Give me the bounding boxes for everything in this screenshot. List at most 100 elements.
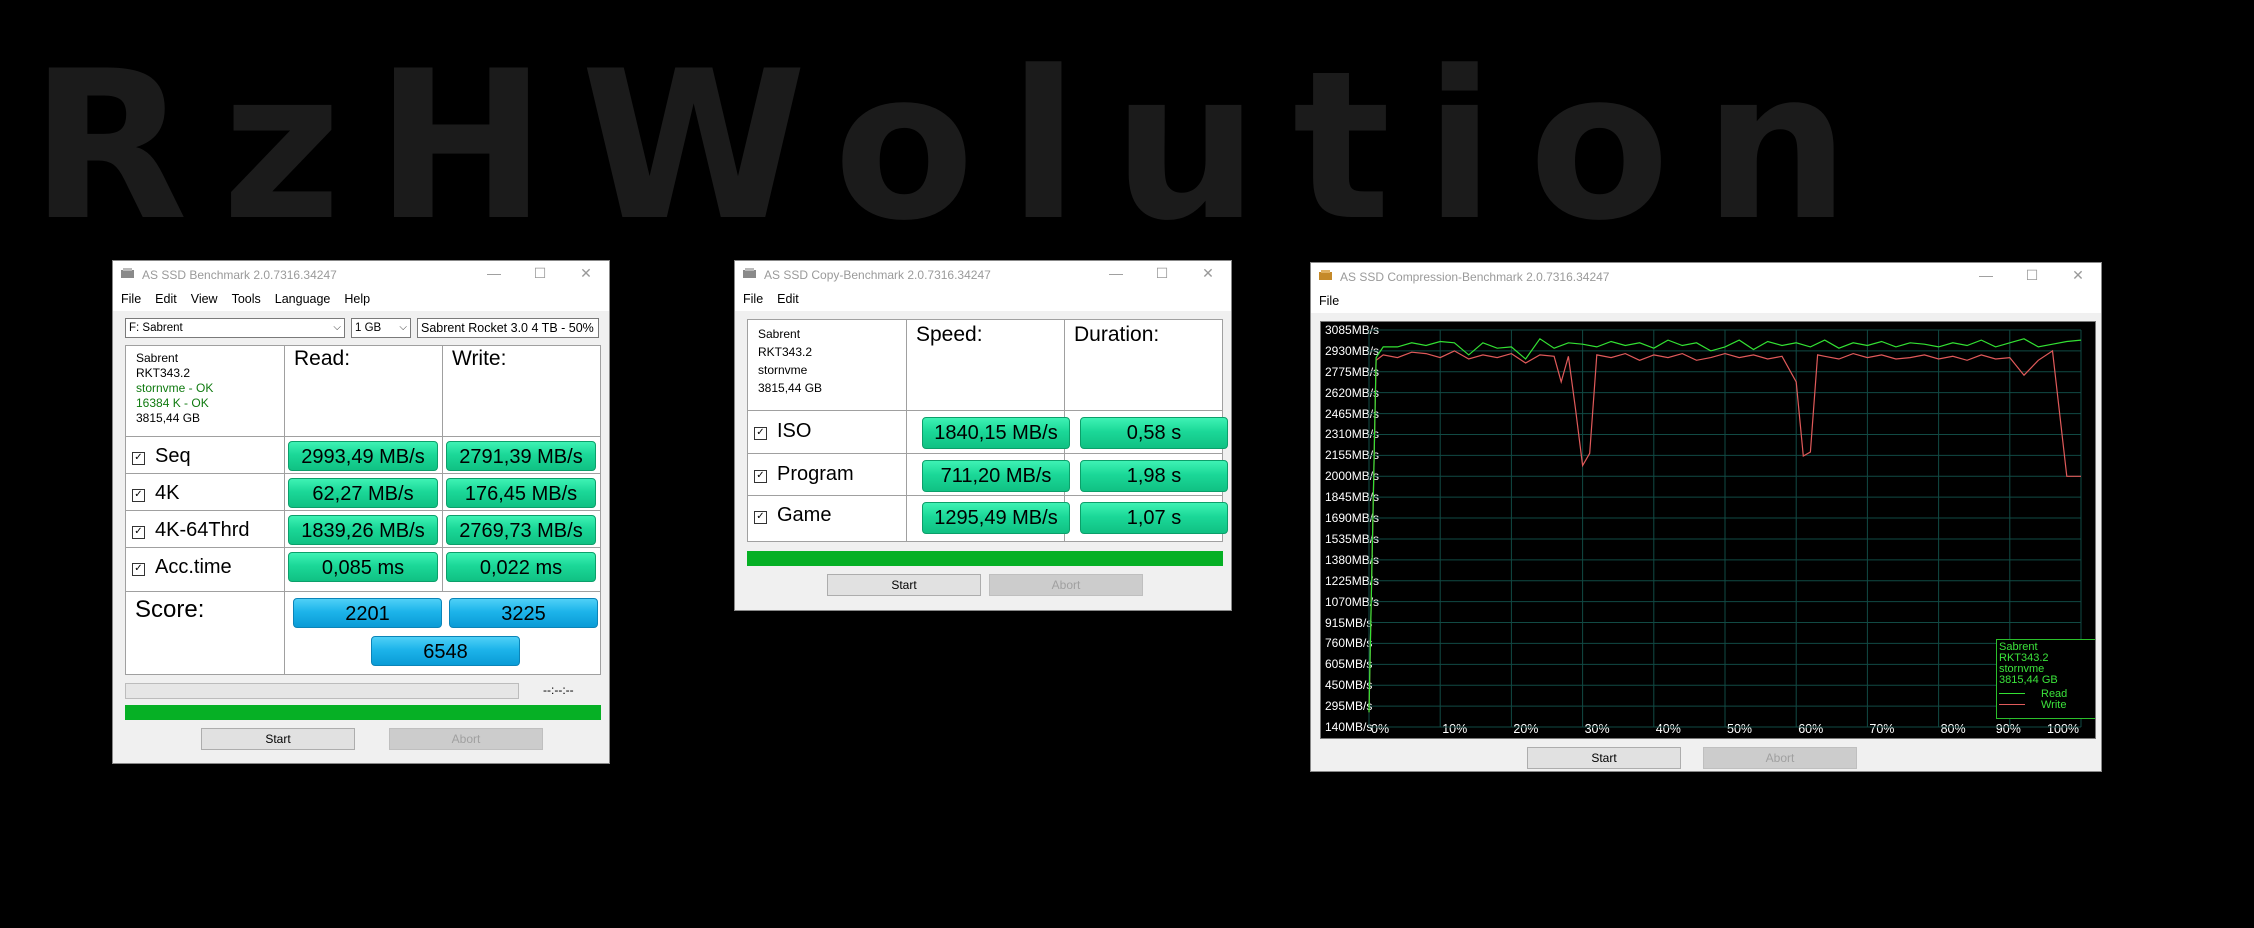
4k64-row-label[interactable]: ✓ 4K-64Thrd <box>132 519 250 542</box>
game-duration-result: 1,07 s <box>1080 502 1228 534</box>
acctime-label: Acc.time <box>155 556 232 578</box>
minimize-icon[interactable]: — <box>1963 263 2009 289</box>
drive-icon <box>1319 270 1332 280</box>
checkbox-checked-icon[interactable]: ✓ <box>754 427 767 440</box>
iso-row-label[interactable]: ✓ ISO <box>754 420 811 443</box>
device-info: Sabrent RKT343.2 stornvme 3815,44 GB <box>758 325 822 397</box>
menu-edit[interactable]: Edit <box>769 287 805 311</box>
results-panel: Sabrent RKT343.2 stornvme - OK 16384 K -… <box>125 345 601 675</box>
4k-label: 4K <box>155 482 180 504</box>
copy-benchmark-window: AS SSD Copy-Benchmark 2.0.7316.34247 — ☐… <box>734 260 1232 611</box>
title-bar[interactable]: AS SSD Benchmark 2.0.7316.34247 — ☐ ✕ <box>113 261 609 287</box>
minimize-icon[interactable]: — <box>471 261 517 287</box>
close-icon[interactable]: ✕ <box>563 261 609 287</box>
acctime-read-result: 0,085 ms <box>288 552 438 582</box>
acctime-row-label[interactable]: ✓ Acc.time <box>132 556 232 579</box>
menu-bar: File Edit View Tools Language Help <box>113 287 609 311</box>
close-icon[interactable]: ✕ <box>2055 263 2101 289</box>
checkbox-checked-icon[interactable]: ✓ <box>132 563 145 576</box>
progress-bar-empty <box>125 683 519 699</box>
chart-plot <box>1368 329 2082 728</box>
start-button[interactable]: Start <box>201 728 355 750</box>
device-name: Sabrent <box>758 327 801 341</box>
progress-bar <box>747 551 1223 566</box>
legend-write: Write <box>1999 700 2095 711</box>
legend-capacity: 3815,44 GB <box>1999 674 2058 686</box>
device-driver: stornvme <box>758 363 808 377</box>
program-row-label[interactable]: ✓ Program <box>754 463 854 486</box>
seq-write-result: 2791,39 MB/s <box>446 441 596 471</box>
menu-help[interactable]: Help <box>336 287 376 311</box>
game-label: Game <box>777 504 832 526</box>
game-row-label[interactable]: ✓ Game <box>754 504 831 527</box>
size-select[interactable]: 1 GB ⌵ <box>351 318 411 338</box>
speed-header: Speed: <box>916 323 983 346</box>
drive-name-field[interactable]: Sabrent Rocket 3.0 4 TB - 50% <box>417 318 599 338</box>
menu-edit[interactable]: Edit <box>147 287 183 311</box>
menu-bar: File <box>1311 289 2101 313</box>
menu-file[interactable]: File <box>113 287 147 311</box>
close-icon[interactable]: ✕ <box>1185 261 1231 287</box>
alignment-status: 16384 K - OK <box>136 396 209 410</box>
4k64-label: 4K-64Thrd <box>155 519 250 541</box>
duration-header: Duration: <box>1074 323 1160 346</box>
window-title: AS SSD Copy-Benchmark 2.0.7316.34247 <box>764 268 991 282</box>
checkbox-checked-icon[interactable]: ✓ <box>132 489 145 502</box>
progress-bar <box>125 705 601 720</box>
drive-select[interactable]: F: Sabrent ⌵ <box>125 318 345 338</box>
menu-language[interactable]: Language <box>267 287 337 311</box>
driver-status: stornvme - OK <box>136 381 214 395</box>
checkbox-checked-icon[interactable]: ✓ <box>132 526 145 539</box>
device-info: Sabrent RKT343.2 stornvme - OK 16384 K -… <box>136 351 213 426</box>
start-button[interactable]: Start <box>1527 747 1681 769</box>
4k-write-result: 176,45 MB/s <box>446 478 596 508</box>
window-title: AS SSD Benchmark 2.0.7316.34247 <box>142 268 337 282</box>
minimize-icon[interactable]: — <box>1093 261 1139 287</box>
abort-button[interactable]: Abort <box>1703 747 1857 769</box>
background-logo: RzHWolution <box>30 28 1884 266</box>
score-read: 2201 <box>293 598 442 628</box>
abort-button[interactable]: Abort <box>989 574 1143 596</box>
start-button[interactable]: Start <box>827 574 981 596</box>
seq-read-result: 2993,49 MB/s <box>288 441 438 471</box>
score-total: 6548 <box>371 636 520 666</box>
device-firmware: RKT343.2 <box>758 345 813 359</box>
device-firmware: RKT343.2 <box>136 366 191 380</box>
abort-button[interactable]: Abort <box>389 728 543 750</box>
game-speed-result: 1295,49 MB/s <box>922 502 1070 534</box>
checkbox-checked-icon[interactable]: ✓ <box>132 452 145 465</box>
4k64-read-result: 1839,26 MB/s <box>288 515 438 545</box>
menu-file[interactable]: File <box>735 287 769 311</box>
4k-read-result: 62,27 MB/s <box>288 478 438 508</box>
size-select-value: 1 GB <box>355 322 382 334</box>
title-bar[interactable]: AS SSD Copy-Benchmark 2.0.7316.34247 — ☐… <box>735 261 1231 287</box>
copy-results-panel: Sabrent RKT343.2 stornvme 3815,44 GB Spe… <box>747 319 1228 542</box>
drive-name-value: Sabrent Rocket 3.0 4 TB - 50% <box>421 321 594 335</box>
title-bar[interactable]: AS SSD Compression-Benchmark 2.0.7316.34… <box>1311 263 2101 289</box>
seq-row-label[interactable]: ✓ Seq <box>132 445 191 468</box>
menu-file[interactable]: File <box>1311 289 1345 313</box>
program-label: Program <box>777 463 854 485</box>
device-capacity: 3815,44 GB <box>758 381 823 395</box>
device-name: Sabrent <box>136 351 179 365</box>
program-speed-result: 711,20 MB/s <box>922 460 1070 492</box>
menu-tools[interactable]: Tools <box>224 287 267 311</box>
program-duration-result: 1,98 s <box>1080 460 1228 492</box>
maximize-icon[interactable]: ☐ <box>2009 263 2055 289</box>
window-title: AS SSD Compression-Benchmark 2.0.7316.34… <box>1340 270 1610 284</box>
maximize-icon[interactable]: ☐ <box>517 261 563 287</box>
maximize-icon[interactable]: ☐ <box>1139 261 1185 287</box>
iso-duration-result: 0,58 s <box>1080 417 1228 449</box>
menu-bar: File Edit <box>735 287 1231 311</box>
drive-icon <box>121 268 134 278</box>
menu-view[interactable]: View <box>183 287 224 311</box>
score-write: 3225 <box>449 598 598 628</box>
checkbox-checked-icon[interactable]: ✓ <box>754 470 767 483</box>
4k-row-label[interactable]: ✓ 4K <box>132 482 179 505</box>
chevron-down-icon: ⌵ <box>399 322 407 333</box>
checkbox-checked-icon[interactable]: ✓ <box>754 511 767 524</box>
iso-speed-result: 1840,15 MB/s <box>922 417 1070 449</box>
drive-icon <box>743 268 756 278</box>
time-display: --:--:-- <box>543 683 574 697</box>
score-label: Score: <box>135 596 205 623</box>
